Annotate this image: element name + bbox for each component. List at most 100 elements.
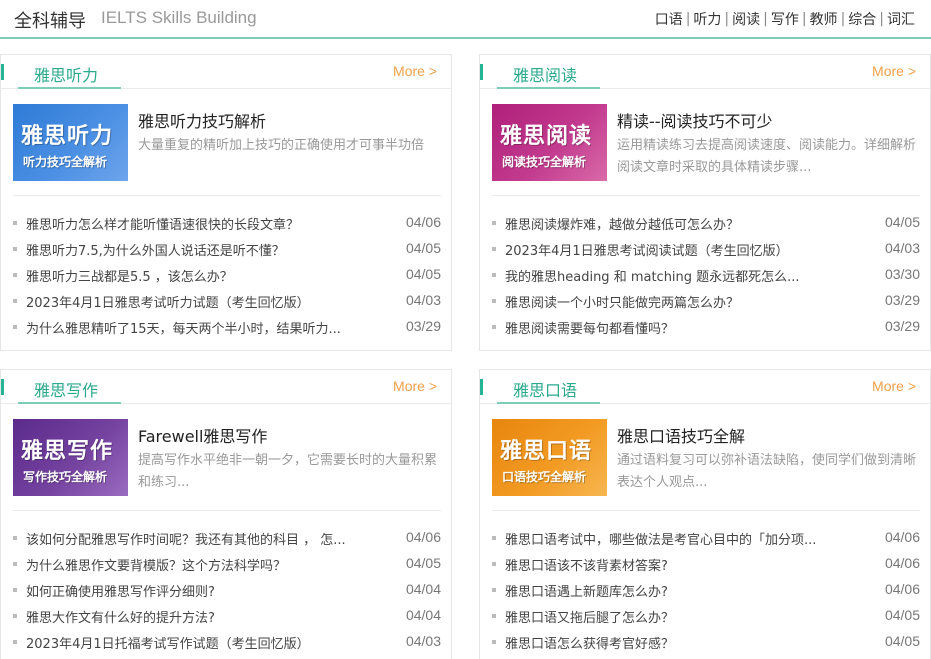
article-list: 雅思阅读爆炸难，越做分越低可怎么办？ 04/05 2023年4月1日雅思考试阅读试题… — [492, 212, 920, 342]
more-link[interactable]: More > — [872, 63, 916, 79]
list-item[interactable]: 雅思听力三战都是5.5 ，该怎么办？ 04/05 — [13, 264, 441, 290]
featured-title-link[interactable]: 精读--阅读技巧不可少 — [617, 108, 773, 132]
top-nav: 口语 | 听力 | 阅读 | 写作 | 教师 | 综合 | 词汇 — [654, 9, 915, 29]
thumbnail-title: 雅思阅读 — [500, 124, 593, 149]
section-panel-writing: 雅思写作 More > 雅思写作 写作技巧全解析 Farewell雅思写作 提高… — [0, 369, 452, 659]
article-link[interactable]: 雅思听力怎么样才能听懂语速很快的长段文章？ — [26, 214, 356, 233]
list-item[interactable]: 雅思口语考试中，哪些做法是考官心目中的「加分项... 04/06 — [492, 527, 920, 553]
more-link[interactable]: More > — [872, 378, 916, 394]
nav-link-reading[interactable]: 阅读 — [732, 9, 760, 29]
featured-thumbnail[interactable]: 雅思阅读 阅读技巧全解析 — [492, 104, 607, 181]
article-link[interactable]: 雅思阅读爆炸难，越做分越低可怎么办？ — [505, 214, 835, 233]
list-item[interactable]: 2023年4月1日雅思考试阅读试题（考生回忆版） 04/03 — [492, 238, 920, 264]
nav-link-general[interactable]: 综合 — [848, 9, 876, 29]
article-link[interactable]: 雅思阅读一个小时只能做完两篇怎么办？ — [505, 292, 835, 311]
list-item[interactable]: 雅思口语又拖后腿了怎么办？ 04/05 — [492, 605, 920, 631]
article-date: 04/05 — [405, 240, 441, 256]
list-item[interactable]: 雅思阅读爆炸难，越做分越低可怎么办？ 04/05 — [492, 212, 920, 238]
list-item[interactable]: 雅思口语遇上新题库怎么办? 04/06 — [492, 579, 920, 605]
article-link[interactable]: 雅思口语该不该背素材答案? — [505, 555, 835, 574]
article-date: 03/29 — [884, 318, 920, 334]
nav-link-writing[interactable]: 写作 — [771, 9, 799, 29]
panel-header: 雅思听力 More > — [1, 55, 451, 89]
featured-article: 雅思写作 写作技巧全解析 Farewell雅思写作 提高写作水平绝非一朝一夕，它… — [13, 419, 441, 511]
list-item[interactable]: 该如何分配雅思写作时间呢？我还有其他的科目 ， 怎... 04/06 — [13, 527, 441, 553]
featured-title-link[interactable]: 雅思听力技巧解析 — [138, 108, 266, 132]
list-item[interactable]: 2023年4月1日托福考试写作试题（考生回忆版） 04/03 — [13, 631, 441, 657]
bullet-icon — [13, 614, 17, 618]
list-item[interactable]: 雅思阅读需要每句都看懂吗？ 03/29 — [492, 316, 920, 342]
featured-article: 雅思口语 口语技巧全解析 雅思口语技巧全解 通过语料复习可以弥补语法缺陷，使同学… — [492, 419, 920, 511]
panel-title[interactable]: 雅思口语 — [513, 377, 577, 401]
brand-title: 全科辅导 — [14, 11, 86, 32]
panel-header: 雅思写作 More > — [1, 370, 451, 404]
thumbnail-title: 雅思写作 — [21, 439, 114, 464]
nav-link-teacher[interactable]: 教师 — [810, 9, 838, 29]
featured-title-link[interactable]: 雅思口语技巧全解 — [617, 423, 745, 447]
panel-accent-bar — [480, 379, 483, 395]
bullet-icon — [13, 273, 17, 277]
article-link[interactable]: 雅思口语考试中，哪些做法是考官心目中的「加分项... — [505, 529, 835, 548]
article-link[interactable]: 雅思听力7.5,为什么外国人说话还是听不懂？ — [26, 240, 356, 259]
article-link[interactable]: 2023年4月1日雅思考试听力试题（考生回忆版） — [26, 292, 356, 311]
article-link[interactable]: 雅思口语怎么获得考官好感？ — [505, 633, 835, 652]
more-link[interactable]: More > — [393, 378, 437, 394]
article-link[interactable]: 雅思大作文有什么好的提升方法? — [26, 607, 356, 626]
bullet-icon — [492, 614, 496, 618]
bullet-icon — [13, 299, 17, 303]
list-item[interactable]: 雅思听力7.5,为什么外国人说话还是听不懂？ 04/05 — [13, 238, 441, 264]
nav-link-listening[interactable]: 听力 — [693, 9, 721, 29]
list-item[interactable]: 雅思听力怎么样才能听懂语速很快的长段文章？ 04/06 — [13, 212, 441, 238]
list-item[interactable]: 如何正确使用雅思写作评分细则? 04/04 — [13, 579, 441, 605]
list-item[interactable]: 为什么雅思精听了15天，每天两个半小时，结果听力... 03/29 — [13, 316, 441, 342]
article-link[interactable]: 为什么雅思精听了15天，每天两个半小时，结果听力... — [26, 318, 356, 337]
article-date: 04/05 — [884, 214, 920, 230]
panel-title-underline — [497, 87, 600, 89]
nav-link-speaking[interactable]: 口语 — [655, 9, 683, 29]
bullet-icon — [13, 562, 17, 566]
list-item[interactable]: 雅思阅读一个小时只能做完两篇怎么办？ 03/29 — [492, 290, 920, 316]
article-link[interactable]: 2023年4月1日雅思考试阅读试题（考生回忆版） — [505, 240, 835, 259]
article-link[interactable]: 如何正确使用雅思写作评分细则? — [26, 581, 356, 600]
thumbnail-subtitle: 阅读技巧全解析 — [502, 155, 587, 169]
featured-thumbnail[interactable]: 雅思口语 口语技巧全解析 — [492, 419, 607, 496]
article-link[interactable]: 该如何分配雅思写作时间呢？我还有其他的科目 ， 怎... — [26, 529, 356, 548]
bullet-icon — [13, 588, 17, 592]
bullet-icon — [13, 325, 17, 329]
list-item[interactable]: 2023年4月1日雅思考试听力试题（考生回忆版） 04/03 — [13, 290, 441, 316]
more-link[interactable]: More > — [393, 63, 437, 79]
article-link[interactable]: 雅思听力三战都是5.5 ，该怎么办？ — [26, 266, 356, 285]
list-item[interactable]: 雅思大作文有什么好的提升方法? 04/04 — [13, 605, 441, 631]
article-list: 雅思口语考试中，哪些做法是考官心目中的「加分项... 04/06 雅思口语该不该背素… — [492, 527, 920, 657]
article-link[interactable]: 为什么雅思作文要背模版？这个方法科学吗？ — [26, 555, 356, 574]
bullet-icon — [13, 536, 17, 540]
bullet-icon — [13, 640, 17, 644]
article-link[interactable]: 雅思阅读需要每句都看懂吗？ — [505, 318, 835, 337]
list-item[interactable]: 雅思口语怎么获得考官好感？ 04/05 — [492, 631, 920, 657]
list-item[interactable]: 我的雅思heading 和 matching 题永远都死怎么... 03/30 — [492, 264, 920, 290]
article-date: 04/05 — [405, 555, 441, 571]
panel-title-underline — [18, 402, 121, 404]
panel-title[interactable]: 雅思阅读 — [513, 62, 577, 86]
panel-title[interactable]: 雅思写作 — [34, 377, 98, 401]
article-link[interactable]: 2023年4月1日托福考试写作试题（考生回忆版） — [26, 633, 356, 652]
article-date: 03/29 — [405, 318, 441, 334]
bullet-icon — [492, 299, 496, 303]
featured-description: 大量重复的精听加上技巧的正确使用才可事半功倍 — [138, 138, 425, 153]
featured-thumbnail[interactable]: 雅思写作 写作技巧全解析 — [13, 419, 128, 496]
article-link[interactable]: 雅思口语遇上新题库怎么办? — [505, 581, 835, 600]
featured-description: 提高写作水平绝非一朝一夕，它需要长时的大量积累和练习... — [138, 453, 438, 490]
nav-link-vocabulary[interactable]: 词汇 — [887, 9, 915, 29]
panel-title-underline — [497, 402, 600, 404]
thumbnail-subtitle: 写作技巧全解析 — [23, 470, 108, 484]
article-link[interactable]: 我的雅思heading 和 matching 题永远都死怎么... — [505, 266, 835, 285]
list-item[interactable]: 雅思口语该不该背素材答案? 04/06 — [492, 553, 920, 579]
bullet-icon — [492, 273, 496, 277]
panel-title[interactable]: 雅思听力 — [34, 62, 98, 86]
article-date: 04/06 — [884, 529, 920, 545]
bullet-icon — [492, 562, 496, 566]
featured-thumbnail[interactable]: 雅思听力 听力技巧全解析 — [13, 104, 128, 181]
featured-title-link[interactable]: Farewell雅思写作 — [138, 423, 267, 447]
article-link[interactable]: 雅思口语又拖后腿了怎么办？ — [505, 607, 835, 626]
list-item[interactable]: 为什么雅思作文要背模版？这个方法科学吗？ 04/05 — [13, 553, 441, 579]
